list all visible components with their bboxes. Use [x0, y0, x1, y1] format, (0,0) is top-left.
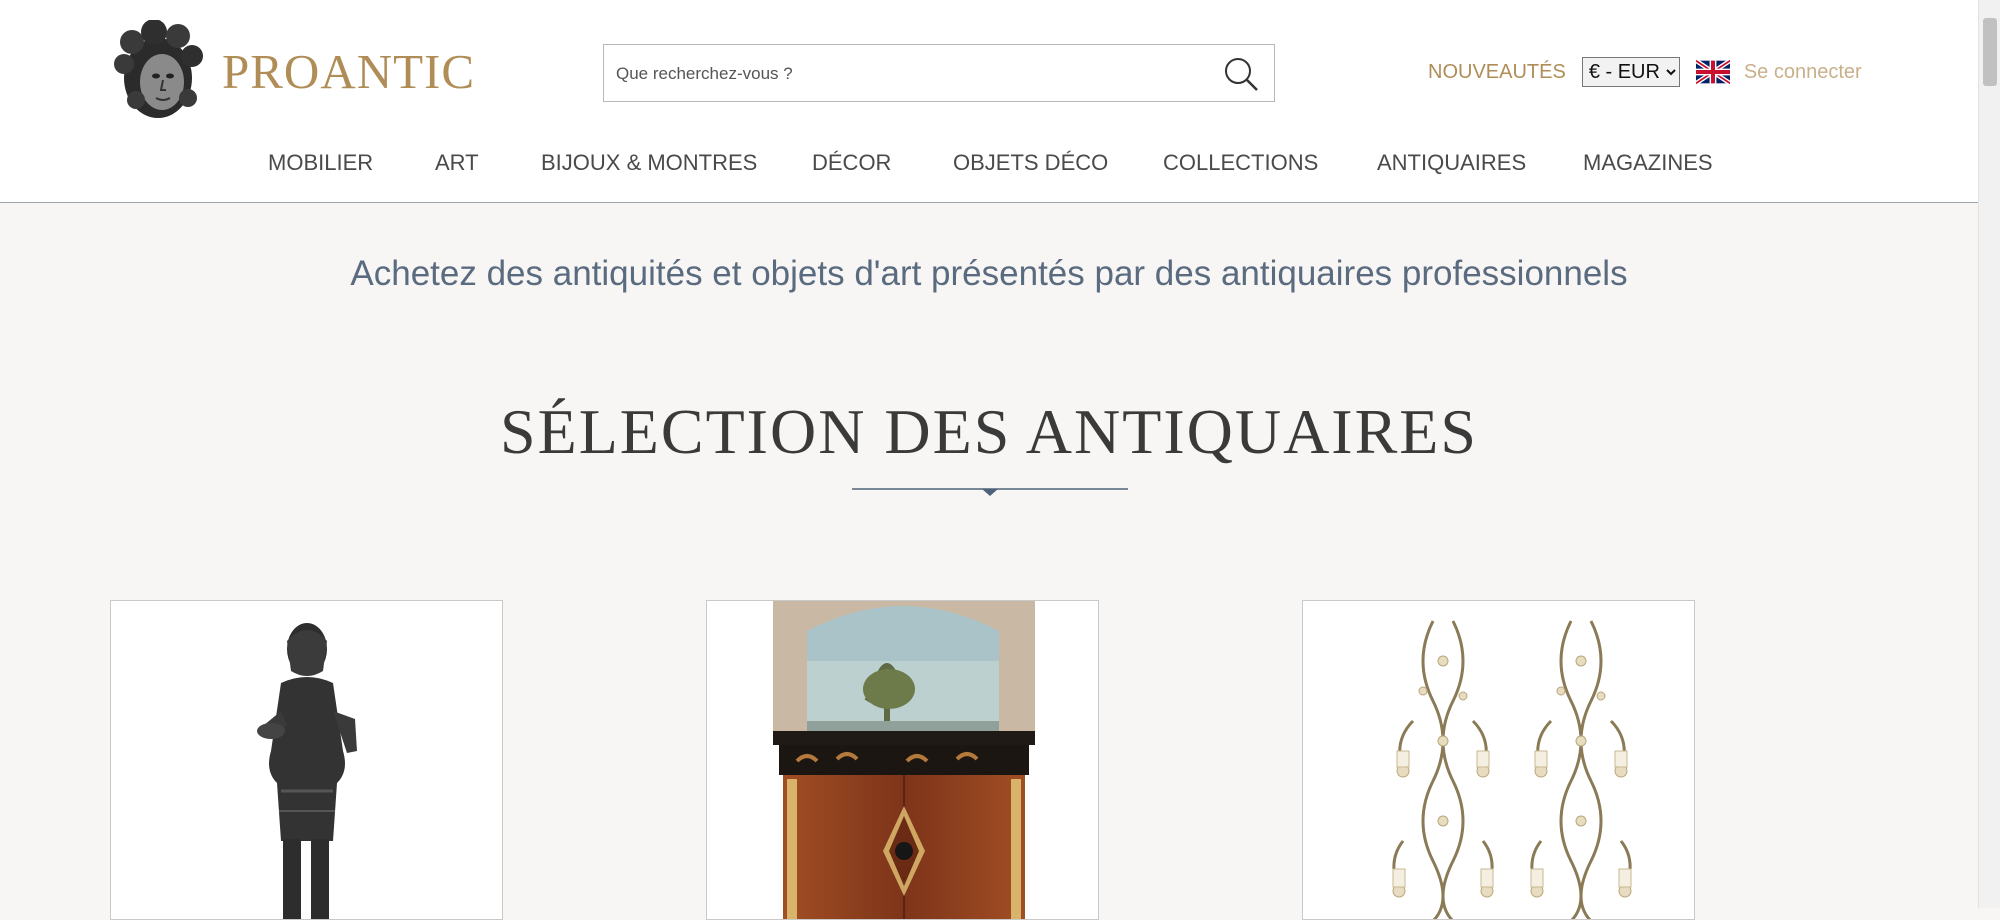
brand-name: PROANTIC — [222, 43, 476, 99]
product-card[interactable] — [110, 600, 503, 920]
site-logo[interactable]: PROANTIC — [110, 20, 475, 122]
scrollbar-thumb[interactable] — [1983, 18, 1997, 86]
title-divider — [852, 488, 1128, 496]
nav-item-decor[interactable]: DÉCOR — [812, 150, 891, 176]
search-icon[interactable] — [1222, 55, 1260, 93]
site-header: PROANTIC NOUVEAUTÉS € - EUR Se connecter… — [0, 0, 1978, 203]
header-utilities: NOUVEAUTÉS € - EUR Se connecter — [1428, 57, 1862, 87]
product-card[interactable] — [706, 600, 1099, 920]
product-card[interactable] — [1302, 600, 1695, 920]
nav-item-objets-deco[interactable]: OBJETS DÉCO — [953, 150, 1108, 176]
login-link[interactable]: Se connecter — [1744, 61, 1862, 84]
nav-item-art[interactable]: ART — [435, 150, 479, 176]
page-scrollbar[interactable] — [1978, 0, 2000, 908]
cherub-head-logo-icon — [114, 20, 203, 118]
nav-item-bijoux-montres[interactable]: BIJOUX & MONTRES — [541, 150, 757, 176]
section-title: SÉLECTION DES ANTIQUAIRES — [500, 396, 1478, 467]
new-arrivals-link[interactable]: NOUVEAUTÉS — [1428, 61, 1566, 84]
search-input[interactable] — [614, 45, 1208, 103]
currency-select[interactable]: € - EUR — [1581, 57, 1680, 87]
nav-item-mobilier[interactable]: MOBILIER — [268, 150, 373, 176]
bronze-statue-image[interactable] — [111, 601, 503, 920]
page-tagline: Achetez des antiquités et objets d'art p… — [350, 254, 1628, 293]
nav-item-magazines[interactable]: MAGAZINES — [1583, 150, 1713, 176]
main-nav: MOBILIER ART BIJOUX & MONTRES DÉCOR OBJE… — [0, 150, 1978, 180]
nav-item-antiquaires[interactable]: ANTIQUAIRES — [1377, 150, 1526, 176]
marquetry-cabinet-image[interactable] — [707, 601, 1099, 920]
nav-item-collections[interactable]: COLLECTIONS — [1163, 150, 1318, 176]
crystal-sconces-image[interactable] — [1303, 601, 1695, 920]
search-bar — [603, 44, 1275, 103]
uk-flag-icon[interactable] — [1695, 60, 1730, 84]
